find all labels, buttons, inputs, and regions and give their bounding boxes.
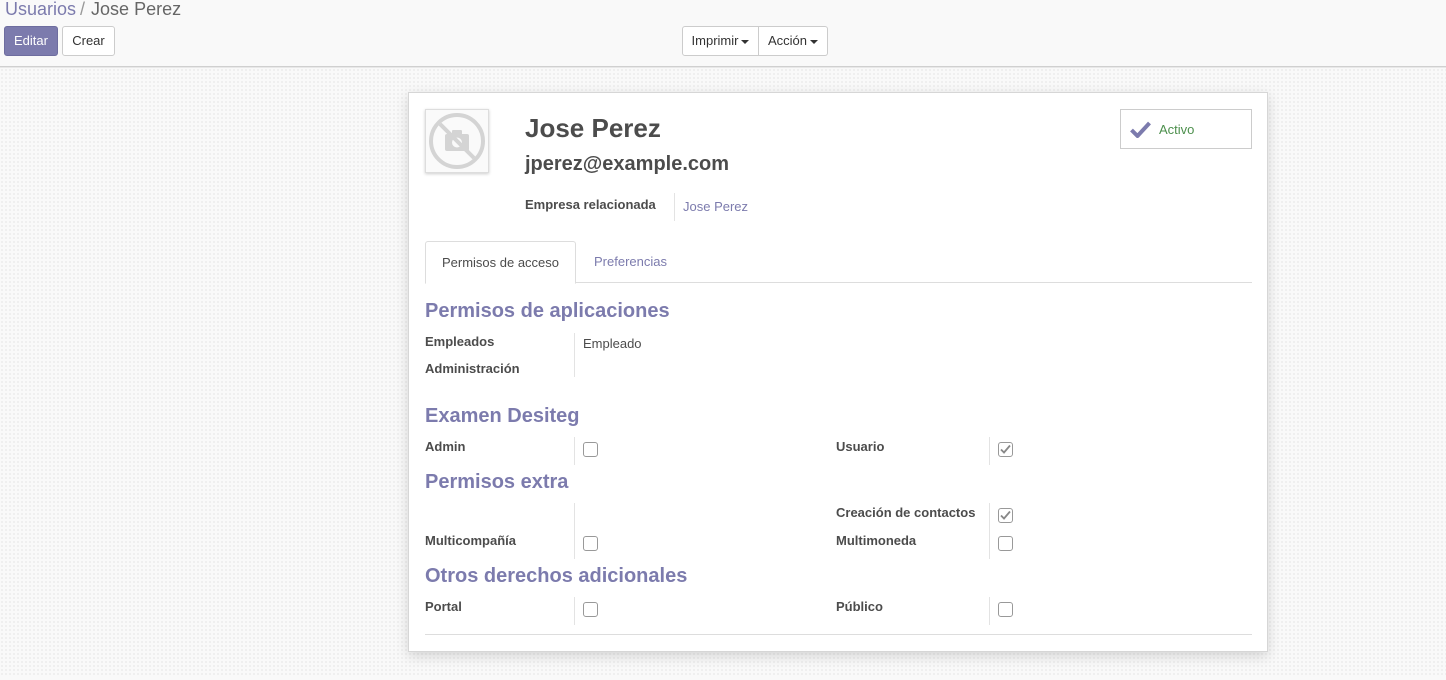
- public-label: Público: [836, 599, 883, 614]
- tab-access-permissions[interactable]: Permisos de acceso: [425, 241, 576, 284]
- notebook-tabs: Permisos de acceso Preferencias: [425, 241, 1252, 284]
- field-divider: [674, 193, 675, 221]
- field-divider: [574, 597, 575, 625]
- multicompany-checkbox[interactable]: [583, 536, 598, 551]
- contact-creation-checkbox[interactable]: [998, 508, 1013, 523]
- form-bottom-separator: [425, 634, 1252, 635]
- tab-preferences[interactable]: Preferencias: [594, 241, 667, 283]
- create-button[interactable]: Crear: [62, 26, 115, 56]
- user-checkbox[interactable]: [998, 442, 1013, 457]
- camera-placeholder-icon: [429, 113, 485, 169]
- related-company-label: Empresa relacionada: [525, 197, 656, 212]
- field-divider: [574, 437, 575, 465]
- active-label: Activo: [1159, 121, 1195, 137]
- user-avatar[interactable]: [425, 109, 489, 173]
- form-view: Jose Perez jperez@example.com Empresa re…: [0, 68, 1446, 676]
- public-checkbox[interactable]: [998, 602, 1013, 617]
- check-icon: [1130, 121, 1151, 138]
- employees-label: Empleados: [425, 334, 495, 349]
- admin-checkbox[interactable]: [583, 442, 598, 457]
- section-title-extra-permissions: Permisos extra: [425, 471, 569, 493]
- breadcrumb: Usuarios / Jose Perez: [5, 0, 181, 20]
- user-email: jperez@example.com: [525, 153, 730, 175]
- caret-down-icon: [741, 39, 750, 44]
- admin-label: Admin: [425, 439, 466, 454]
- multicompany-label: Multicompañía: [425, 533, 517, 548]
- field-divider: [989, 597, 990, 625]
- breadcrumb-current: Jose Perez: [91, 0, 182, 19]
- field-divider: [989, 503, 990, 559]
- action-label: Acción: [767, 33, 808, 48]
- print-dropdown-button[interactable]: Imprimir: [682, 26, 759, 56]
- contact-creation-label: Creación de contactos: [836, 505, 976, 520]
- administration-label: Administración: [425, 361, 520, 376]
- section-title-other-rights: Otros derechos adicionales: [425, 565, 688, 587]
- user-label: Usuario: [836, 439, 885, 454]
- user-name: Jose Perez: [525, 113, 661, 143]
- related-company-link[interactable]: Jose Perez: [683, 199, 748, 214]
- breadcrumb-separator: /: [80, 0, 86, 19]
- field-divider: [989, 437, 990, 465]
- employees-value[interactable]: Empleado: [583, 336, 642, 351]
- action-dropdown-button[interactable]: Acción: [759, 26, 828, 56]
- portal-label: Portal: [425, 599, 462, 614]
- field-divider: [574, 503, 575, 559]
- form-sheet: Jose Perez jperez@example.com Empresa re…: [408, 92, 1268, 652]
- multicurrency-checkbox[interactable]: [998, 536, 1013, 551]
- print-label: Imprimir: [691, 33, 739, 48]
- section-title-app-permissions: Permisos de aplicaciones: [425, 300, 670, 322]
- edit-button[interactable]: Editar: [4, 26, 58, 56]
- field-divider: [574, 333, 575, 377]
- portal-checkbox[interactable]: [583, 602, 598, 617]
- section-title-exam: Examen Desiteg: [425, 405, 580, 427]
- breadcrumb-link-users[interactable]: Usuarios: [5, 0, 76, 19]
- active-toggle-button[interactable]: Activo: [1120, 109, 1252, 149]
- caret-down-icon: [810, 39, 819, 44]
- multicurrency-label: Multimoneda: [836, 533, 917, 548]
- control-panel: Usuarios / Jose Perez Editar Crear Imprimi…: [0, 0, 1446, 67]
